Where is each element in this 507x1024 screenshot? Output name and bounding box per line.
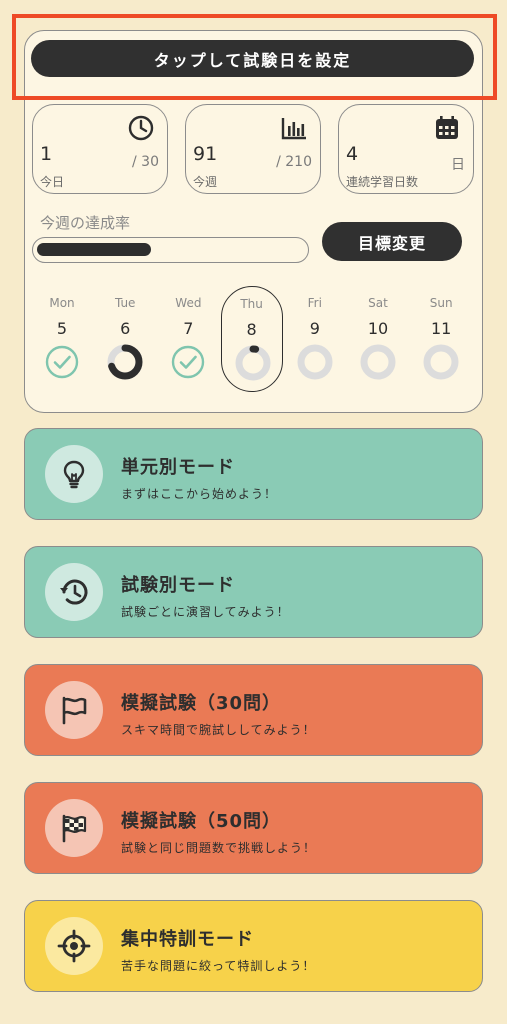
day-of-week-label: Thu [240,297,263,311]
flag-icon [62,696,87,725]
change-goal-button[interactable]: 目標変更 [322,222,462,261]
mode-title: 模擬試験（50問） [121,811,282,832]
mode-title: 試験別モード [121,575,235,596]
mode-subtitle: 苦手な問題に絞って特訓しよう！ [121,959,316,973]
day-of-week-label: Sun [429,296,453,310]
weekly-progress-fill [37,243,151,256]
clock-icon [128,115,154,141]
stat-week: 91 / 210 今週 [185,104,321,194]
day-of-week-label: Tue [114,296,136,310]
day-number: 11 [431,319,452,338]
mode-button-mock-30[interactable]: 模擬試験（30問） スキマ時間で腕試ししてみよう！ [24,664,483,756]
stat-streak: 4 日 連続学習日数 [338,104,474,194]
day-sat[interactable]: Sat 10 [347,286,409,392]
day-of-week-label: Mon [49,296,75,310]
weekly-progress-bar [32,237,309,263]
empty-progress-ring [297,344,333,380]
mode-subtitle: スキマ時間で腕試ししてみよう！ [121,723,316,737]
mode-subtitle: まずはここから始めよう！ [121,487,278,501]
checkered-flag-icon [62,814,87,843]
day-number: 10 [367,319,389,338]
mode-icon-circle [45,799,103,857]
mode-button-unit[interactable]: 単元別モード まずはここから始めよう！ [24,428,483,520]
mode-button-focus[interactable]: 集中特訓モード 苦手な問題に絞って特訓しよう！ [24,900,483,992]
mode-icon-circle [45,445,103,503]
mode-button-mock-50[interactable]: 模擬試験（50問） 試験と同じ問題数で挑戦しよう！ [24,782,483,874]
day-number: 9 [309,319,320,338]
stat-value: 1 [40,143,53,165]
day-sun[interactable]: Sun 11 [410,286,472,392]
day-number: 6 [120,319,131,338]
stat-total: / 30 [132,154,159,170]
history-icon [60,579,88,605]
day-number: 8 [246,320,257,339]
day-tue[interactable]: Tue 6 [94,286,156,392]
bar-chart-icon [281,118,306,140]
day-wed[interactable]: Wed 7 [157,286,219,392]
stat-label: 今日 [40,175,65,189]
calendar-icon [436,116,458,139]
day-number: 5 [56,319,68,338]
mode-icon-circle [45,563,103,621]
stat-value: 91 [193,143,218,165]
day-of-week-label: Wed [175,296,202,310]
day-of-week-label: Fri [307,296,322,310]
mode-title: 単元別モード [121,457,235,478]
day-fri[interactable]: Fri 9 [284,286,346,392]
mode-icon-circle [45,917,103,975]
mode-icon-circle [45,681,103,739]
stat-value: 4 [346,143,359,165]
check-circle-icon [172,345,205,379]
lightbulb-icon [63,460,85,489]
progress-ring [235,345,271,381]
stat-label: 連続学習日数 [346,175,419,189]
crosshair-icon [57,929,91,963]
day-mon[interactable]: Mon 5 [31,286,93,392]
stat-label: 今週 [193,175,218,189]
mode-title: 集中特訓モード [121,929,254,950]
day-of-week-label: Sat [368,296,388,310]
stat-today: 1 / 30 今日 [32,104,168,194]
stat-total: 日 [451,157,465,173]
progress-ring [107,344,143,380]
mode-subtitle: 試験と同じ問題数で挑戦しよう！ [121,841,317,855]
set-exam-date-button[interactable]: タップして試験日を設定 [31,40,474,77]
stat-total: / 210 [276,154,312,170]
day-thu[interactable]: Thu 8 [220,286,283,392]
mode-title: 模擬試験（30問） [121,693,282,714]
mode-subtitle: 試験ごとに演習してみよう！ [121,605,290,619]
mode-button-exam[interactable]: 試験別モード 試験ごとに演習してみよう！ [24,546,483,638]
empty-progress-ring [360,344,396,380]
weekly-rate-label: 今週の達成率 [40,214,131,232]
day-number: 7 [183,319,194,338]
check-circle-icon [45,345,79,379]
empty-progress-ring [423,344,459,380]
